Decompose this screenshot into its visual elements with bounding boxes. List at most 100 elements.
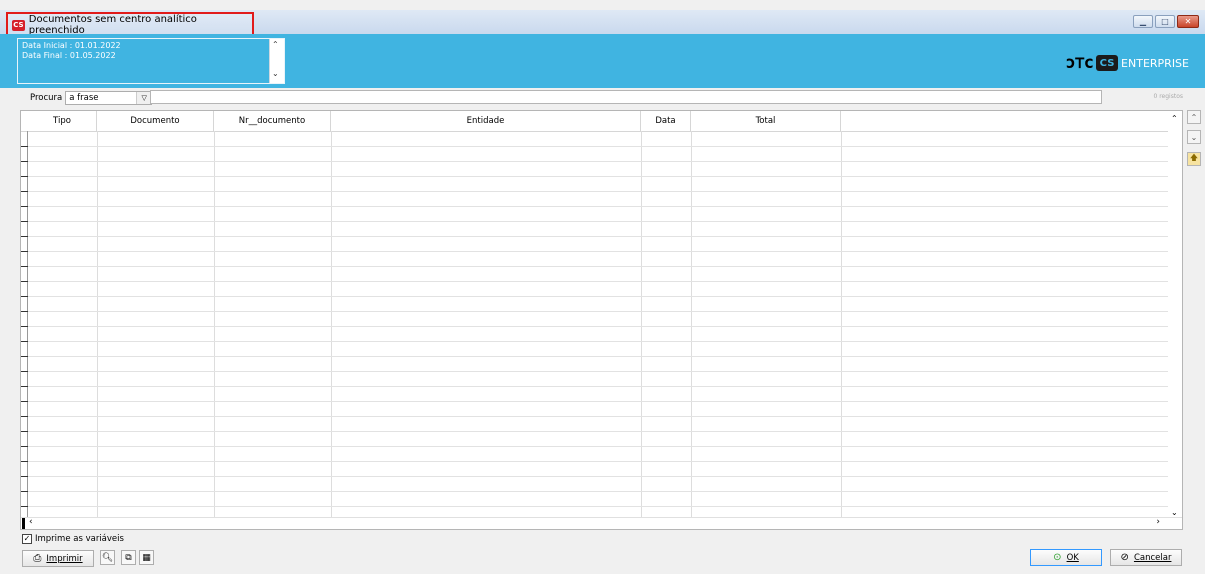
- grid-row-line: [21, 281, 1168, 282]
- grid-row-line: [21, 446, 1168, 447]
- grid-row-line: [21, 161, 1168, 162]
- cs-logo-badge: CS: [1096, 55, 1119, 71]
- grid-row-line: [21, 401, 1168, 402]
- minimize-button[interactable]: ▁: [1133, 15, 1153, 28]
- folder-up-icon: 🡅: [1189, 153, 1199, 162]
- print-variables-label: Imprime as variáveis: [35, 534, 124, 544]
- row-indicator-tick: [21, 206, 28, 207]
- grid-row-line: [21, 416, 1168, 417]
- param-end-date: Data Final : 01.05.2022: [22, 51, 116, 60]
- row-indicator-tick: [21, 281, 28, 282]
- results-grid[interactable]: Tipo Documento Nr__documento Entidade Da…: [20, 110, 1183, 530]
- grid-header: Tipo Documento Nr__documento Entidade Da…: [21, 111, 1182, 132]
- row-indicator-tick: [21, 461, 28, 462]
- row-indicator-tick: [21, 326, 28, 327]
- row-indicator-tick: [21, 431, 28, 432]
- calculator-button[interactable]: ▦: [139, 550, 154, 565]
- row-indicator-tick: [21, 296, 28, 297]
- grid-vertical-scrollbar[interactable]: ⌃ ⌄: [1168, 111, 1182, 519]
- grid-row-line: [21, 146, 1168, 147]
- grid-horizontal-scrollbar[interactable]: ‹ ›: [21, 517, 1182, 529]
- scroll-top-button[interactable]: ⌃: [1187, 110, 1201, 124]
- row-indicator-tick: [21, 266, 28, 267]
- grid-row-line: [21, 221, 1168, 222]
- search-row: Procura a frase ▽: [30, 90, 153, 106]
- cancel-button[interactable]: ⊘ Cancelar: [1110, 549, 1182, 566]
- grid-row-line: [21, 356, 1168, 357]
- printer-icon: ⎙: [33, 553, 42, 564]
- scroll-bottom-button[interactable]: ⌄: [1187, 130, 1201, 144]
- search-mode-select[interactable]: a frase ▽: [65, 91, 153, 105]
- row-indicator-tick: [21, 236, 28, 237]
- ok-button-label: OK: [1066, 552, 1079, 563]
- grid-row-line: [21, 206, 1168, 207]
- grid-row-line: [21, 506, 1168, 507]
- grid-row-line: [21, 476, 1168, 477]
- window-title: Documentos sem centro analítico preenchi…: [28, 14, 197, 36]
- print-variables-checkbox[interactable]: ✓: [22, 534, 32, 544]
- chevron-down-icon[interactable]: ⌄: [272, 69, 279, 78]
- row-indicator-tick: [21, 221, 28, 222]
- grid-row-line: [21, 431, 1168, 432]
- row-indicator-tick: [21, 506, 28, 507]
- column-header-nr-documento[interactable]: Nr__documento: [214, 111, 331, 131]
- chevron-down-icon[interactable]: ▽: [136, 92, 152, 104]
- column-header-total[interactable]: Total: [691, 111, 841, 131]
- row-indicator-tick: [21, 476, 28, 477]
- column-header-data[interactable]: Data: [641, 111, 691, 131]
- column-header-tipo[interactable]: Tipo: [28, 111, 97, 131]
- row-indicator-tick: [21, 446, 28, 447]
- grid-row-line: [21, 266, 1168, 267]
- chevron-up-icon: ⌃: [1190, 112, 1198, 122]
- row-indicator-tick: [21, 371, 28, 372]
- row-indicator-tick: [21, 491, 28, 492]
- grid-row-line: [21, 296, 1168, 297]
- maximize-button[interactable]: □: [1155, 15, 1175, 28]
- window-controls: ▁ □ ✕: [1133, 15, 1199, 28]
- search-input[interactable]: [150, 90, 1102, 104]
- phc-brand-logo: ɔ⊤c CS ENTERPRISE: [1065, 53, 1189, 73]
- params-scrollbar[interactable]: ⌃ ⌄: [269, 39, 284, 83]
- print-button[interactable]: ⎙ Imprimir: [22, 550, 94, 567]
- ok-button[interactable]: ⊙ OK: [1030, 549, 1102, 566]
- row-indicator-tick: [21, 341, 28, 342]
- row-indicator-tick: [21, 311, 28, 312]
- close-button[interactable]: ✕: [1177, 15, 1199, 28]
- chevron-up-icon[interactable]: ⌃: [1171, 114, 1178, 123]
- copy-button[interactable]: ⧉: [121, 550, 136, 565]
- print-button-label: Imprimir: [46, 553, 83, 564]
- magnifier-icon: 🔍︎: [101, 552, 114, 563]
- column-header-documento[interactable]: Documento: [97, 111, 214, 131]
- search-mode-value: a frase: [69, 93, 99, 103]
- copy-icon: ⧉: [125, 552, 132, 563]
- chevron-left-icon[interactable]: ‹: [29, 517, 33, 527]
- app-logo-icon: CS: [12, 19, 25, 31]
- preview-button[interactable]: 🔍︎: [100, 550, 115, 565]
- grid-row-line: [21, 491, 1168, 492]
- row-indicator-tick: [21, 161, 28, 162]
- phc-logo-text: ɔ⊤c: [1065, 53, 1094, 73]
- chevron-up-icon[interactable]: ⌃: [272, 40, 279, 49]
- title-bar: CS Documentos sem centro analítico preen…: [0, 10, 1205, 38]
- grid-row-line: [21, 251, 1168, 252]
- grid-row-line: [21, 176, 1168, 177]
- export-button[interactable]: 🡅: [1187, 152, 1201, 166]
- calculator-icon: ▦: [142, 552, 151, 563]
- grid-row-line: [21, 236, 1168, 237]
- grid-row-line: [21, 386, 1168, 387]
- grid-row-line: [21, 311, 1168, 312]
- cancel-circle-icon: ⊘: [1120, 552, 1129, 563]
- chevron-down-icon: ⌄: [1190, 132, 1198, 142]
- grid-row-line: [21, 341, 1168, 342]
- records-count: 0 registos: [1153, 93, 1183, 100]
- row-indicator-tick: [21, 386, 28, 387]
- print-variables-option[interactable]: ✓ Imprime as variáveis: [22, 534, 124, 544]
- report-parameters[interactable]: Data Inicial : 01.01.2022 Data Final : 0…: [17, 38, 285, 84]
- param-start-date: Data Inicial : 01.01.2022: [22, 41, 121, 50]
- row-indicator-tick: [21, 146, 28, 147]
- chevron-right-icon[interactable]: ›: [1156, 517, 1160, 527]
- chevron-down-icon[interactable]: ⌄: [1171, 508, 1178, 517]
- column-header-entidade[interactable]: Entidade: [331, 111, 641, 131]
- row-indicator-tick: [21, 356, 28, 357]
- check-circle-icon: ⊙: [1053, 552, 1062, 563]
